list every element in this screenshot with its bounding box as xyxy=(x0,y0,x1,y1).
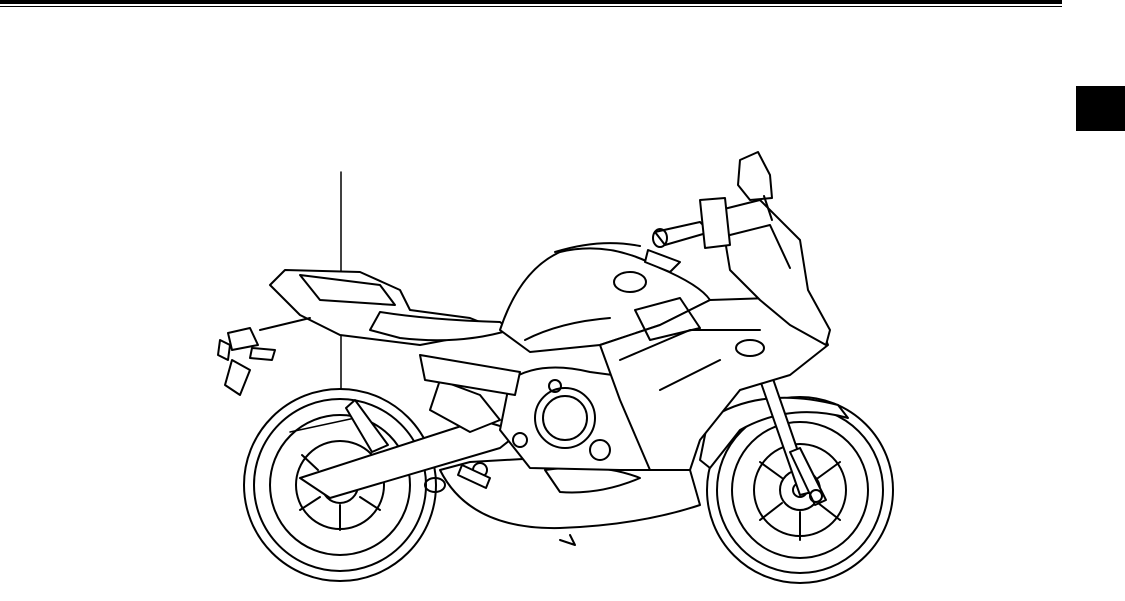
tail-light xyxy=(217,317,311,396)
motorcycle-illustration xyxy=(0,0,1125,601)
handlebar xyxy=(644,197,731,273)
